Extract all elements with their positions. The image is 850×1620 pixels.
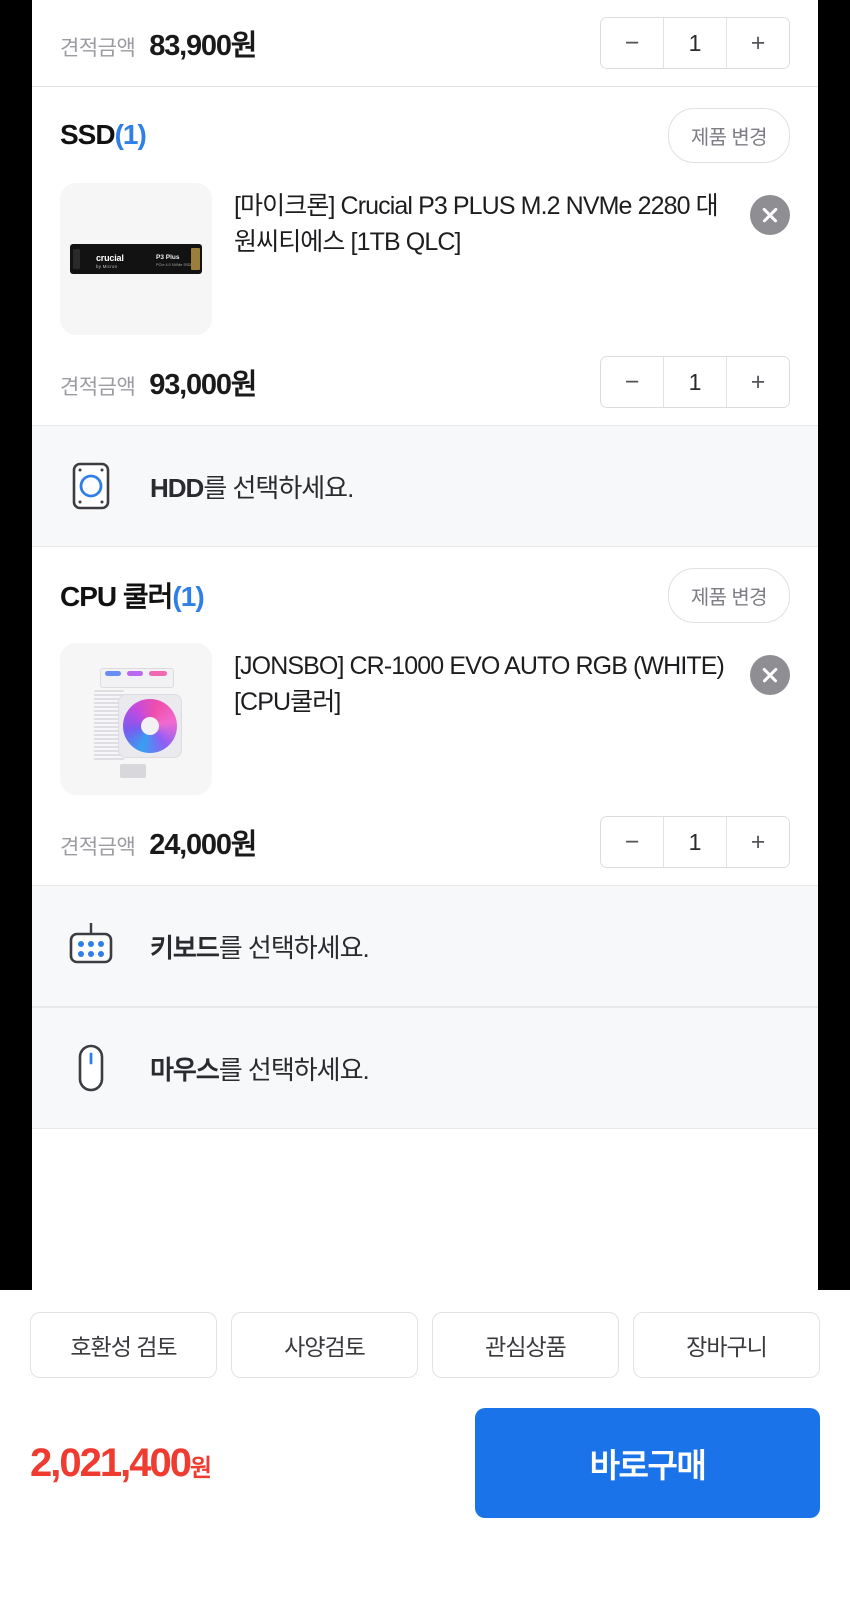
- price-label-cpu-cooler: 견적금액: [60, 836, 136, 859]
- product-row-cpu-cooler[interactable]: [JONSBO] CR-1000 EVO AUTO RGB (WHITE) [C…: [32, 643, 818, 799]
- quantity-stepper[interactable]: − 1 +: [600, 17, 790, 69]
- section-ssd: SSD(1) 제품 변경 crucial by Micron P3 Plus P…: [32, 87, 818, 425]
- empty-slot-hdd[interactable]: HDD를 선택하세요.: [32, 425, 818, 547]
- category-title-ssd: SSD(1): [60, 119, 147, 151]
- quantity-increase-button-ssd[interactable]: +: [727, 357, 789, 407]
- category-name: SSD: [60, 119, 116, 150]
- product-name-ssd[interactable]: [마이크론] Crucial P3 PLUS M.2 NVMe 2280 대원씨…: [234, 183, 728, 260]
- cooler-product-image: [84, 664, 188, 780]
- price-label-ssd: 견적금액: [60, 376, 136, 399]
- quantity-increase-button-cpu-cooler[interactable]: +: [727, 817, 789, 867]
- ssd-model-sub: PCIe 4.0 NVMe SSD: [156, 263, 192, 267]
- compatibility-check-button[interactable]: 호환성 검토: [30, 1312, 217, 1378]
- buy-now-button[interactable]: 바로구매: [475, 1408, 820, 1518]
- price-row-ssd: 견적금액 93,000원 − 1 +: [32, 339, 818, 425]
- change-product-button-ssd[interactable]: 제품 변경: [667, 107, 790, 163]
- quantity-stepper-cpu-cooler[interactable]: − 1 +: [600, 816, 790, 868]
- quantity-value-cpu-cooler[interactable]: 1: [663, 817, 727, 867]
- empty-slot-mouse[interactable]: 마우스를 선택하세요.: [32, 1007, 818, 1129]
- category-count: (1): [172, 581, 204, 612]
- category-count: (1): [114, 119, 147, 150]
- price-row: 견적금액 83,900원 − 1 +: [32, 0, 818, 86]
- ssd-product-image: crucial by Micron P3 Plus PCIe 4.0 NVMe …: [70, 244, 202, 274]
- ssd-model-text: P3 Plus: [156, 254, 180, 261]
- slot-suffix-keyboard: 를 선택하세요.: [218, 932, 370, 963]
- section-cpu-cooler: CPU 쿨러(1) 제품 변경 [JONSBO] CR-1000 EVO AUT…: [32, 547, 818, 885]
- estimate-list-scroll-area[interactable]: 견적금액 83,900원 − 1 + SSD(1) 제품 변경 crucial …: [32, 0, 818, 1290]
- product-name-cpu-cooler[interactable]: [JONSBO] CR-1000 EVO AUTO RGB (WHITE) [C…: [234, 643, 728, 720]
- quantity-decrease-button[interactable]: −: [601, 18, 663, 68]
- hdd-icon: [60, 455, 122, 517]
- keyboard-icon: [60, 915, 122, 977]
- mouse-icon: [60, 1037, 122, 1099]
- cart-button[interactable]: 장바구니: [633, 1312, 820, 1378]
- quantity-decrease-button-cpu-cooler[interactable]: −: [601, 817, 663, 867]
- product-row-ssd[interactable]: crucial by Micron P3 Plus PCIe 4.0 NVMe …: [32, 183, 818, 339]
- total-currency-unit: 원: [189, 1454, 212, 1482]
- quantity-decrease-button-ssd[interactable]: −: [601, 357, 663, 407]
- category-title-cpu-cooler: CPU 쿨러(1): [60, 575, 205, 615]
- empty-slot-keyboard[interactable]: 키보드를 선택하세요.: [32, 885, 818, 1007]
- product-thumbnail-ssd[interactable]: crucial by Micron P3 Plus PCIe 4.0 NVMe …: [60, 183, 212, 335]
- slot-suffix-hdd: 를 선택하세요.: [203, 472, 354, 503]
- product-thumbnail-cpu-cooler[interactable]: [60, 643, 212, 795]
- quantity-stepper-ssd[interactable]: − 1 +: [600, 356, 790, 408]
- remove-product-button-cpu-cooler[interactable]: [750, 655, 790, 695]
- slot-name-keyboard: 키보드: [150, 932, 220, 963]
- price-value: 83,900원: [149, 30, 257, 62]
- slot-name-mouse: 마우스: [150, 1054, 220, 1085]
- category-header-cpu-cooler: CPU 쿨러(1) 제품 변경: [32, 547, 818, 643]
- price-row-cpu-cooler: 견적금액 24,000원 − 1 +: [32, 799, 818, 885]
- app-screen: 견적금액 83,900원 − 1 + SSD(1) 제품 변경 crucial …: [0, 0, 850, 1620]
- ssd-brand-text: crucial: [96, 253, 124, 263]
- change-product-button-cpu-cooler[interactable]: 제품 변경: [667, 567, 790, 623]
- remove-product-button-ssd[interactable]: [750, 195, 790, 235]
- slot-suffix-mouse: 를 선택하세요.: [218, 1054, 370, 1085]
- price-label: 견적금액: [60, 37, 136, 60]
- quantity-value[interactable]: 1: [663, 18, 727, 68]
- quick-action-button-group: 호환성 검토 사양검토 관심상품 장바구니: [0, 1290, 850, 1378]
- category-header-ssd: SSD(1) 제품 변경: [32, 87, 818, 183]
- slot-name-hdd: HDD: [150, 472, 204, 503]
- category-name: CPU 쿨러: [60, 581, 173, 612]
- total-price: 2,021,400원: [30, 1440, 212, 1486]
- wishlist-button[interactable]: 관심상품: [432, 1312, 619, 1378]
- previous-component-price-section: 견적금액 83,900원 − 1 +: [32, 0, 818, 87]
- ssd-brand-sub: by Micron: [96, 264, 118, 269]
- quantity-increase-button[interactable]: +: [727, 18, 789, 68]
- price-value-cpu-cooler: 24,000원: [149, 829, 257, 861]
- price-value-ssd: 93,000원: [149, 369, 257, 401]
- spec-review-button[interactable]: 사양검토: [231, 1312, 418, 1378]
- bottom-action-bar: 호환성 검토 사양검토 관심상품 장바구니 2,021,400원 바로구매: [0, 1290, 850, 1620]
- total-amount: 2,021,400: [30, 1440, 192, 1485]
- quantity-value-ssd[interactable]: 1: [663, 357, 727, 407]
- empty-slot-label-keyboard: 키보드를 선택하세요.: [150, 928, 370, 965]
- checkout-row: 2,021,400원 바로구매: [0, 1378, 850, 1518]
- empty-slot-label-hdd: HDD를 선택하세요.: [150, 468, 354, 505]
- empty-slot-label-mouse: 마우스를 선택하세요.: [150, 1050, 370, 1087]
